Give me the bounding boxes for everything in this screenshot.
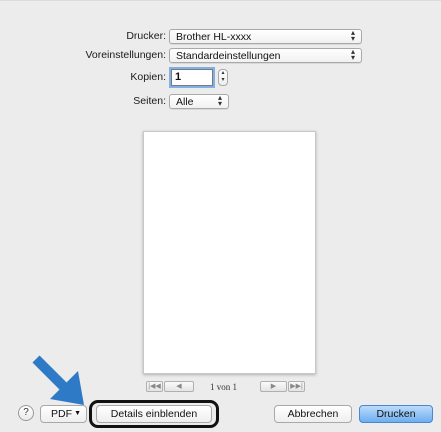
cancel-label: Abbrechen xyxy=(287,408,339,420)
first-page-icon: |◀◀ xyxy=(148,383,161,390)
page-indicator: 1 von 1 xyxy=(210,382,237,392)
copies-stepper[interactable]: ▴ ▾ xyxy=(218,69,228,86)
pages-value: Alle xyxy=(176,96,194,108)
copies-field[interactable]: 1 xyxy=(171,69,213,86)
pdf-label: PDF xyxy=(51,408,72,420)
presets-label: Voreinstellungen: xyxy=(85,49,166,61)
cancel-button[interactable]: Abbrechen xyxy=(274,405,352,423)
prev-page-button[interactable]: ◀ xyxy=(164,381,194,392)
printer-row: Drucker: Brother HL-xxxx ▴ ▾ xyxy=(0,28,441,45)
copies-label: Kopien: xyxy=(130,71,166,83)
next-page-icon: ▶ xyxy=(270,383,277,390)
printer-label: Drucker: xyxy=(126,30,166,42)
last-page-button[interactable]: ▶▶| xyxy=(288,381,305,392)
updown-chevron-icon: ▴ ▾ xyxy=(350,28,355,43)
pages-label: Seiten: xyxy=(133,95,166,107)
printer-value: Brother HL-xxxx xyxy=(176,31,252,43)
copies-value: 1 xyxy=(175,71,182,83)
updown-chevron-icon: ▴ ▾ xyxy=(350,47,355,62)
print-label: Drucken xyxy=(376,408,416,420)
first-page-button[interactable]: |◀◀ xyxy=(146,381,163,392)
presets-select[interactable]: Standardeinstellungen ▴ ▾ xyxy=(169,48,362,63)
presets-value: Standardeinstellungen xyxy=(176,50,281,62)
page-preview xyxy=(143,131,316,374)
next-page-button[interactable]: ▶ xyxy=(260,381,287,392)
last-page-icon: ▶▶| xyxy=(290,383,303,390)
question-icon: ? xyxy=(23,407,29,418)
print-button[interactable]: Drucken xyxy=(359,405,433,423)
prev-page-icon: ◀ xyxy=(176,383,182,390)
callout-arrow-icon xyxy=(32,355,84,405)
copies-row: Kopien: 1 ▴ ▾ xyxy=(0,69,441,86)
callout-highlight-box xyxy=(89,400,219,428)
print-dialog: Drucker: Brother HL-xxxx ▴ ▾ Voreinstellu… xyxy=(0,0,441,432)
updown-chevron-icon: ▴ ▾ xyxy=(217,93,222,108)
presets-row: Voreinstellungen: Standardeinstellungen … xyxy=(0,47,441,64)
pages-row: Seiten: Alle ▴ ▾ xyxy=(0,93,441,110)
printer-select[interactable]: Brother HL-xxxx ▴ ▾ xyxy=(169,29,362,44)
pages-select[interactable]: Alle ▴ ▾ xyxy=(169,94,229,109)
